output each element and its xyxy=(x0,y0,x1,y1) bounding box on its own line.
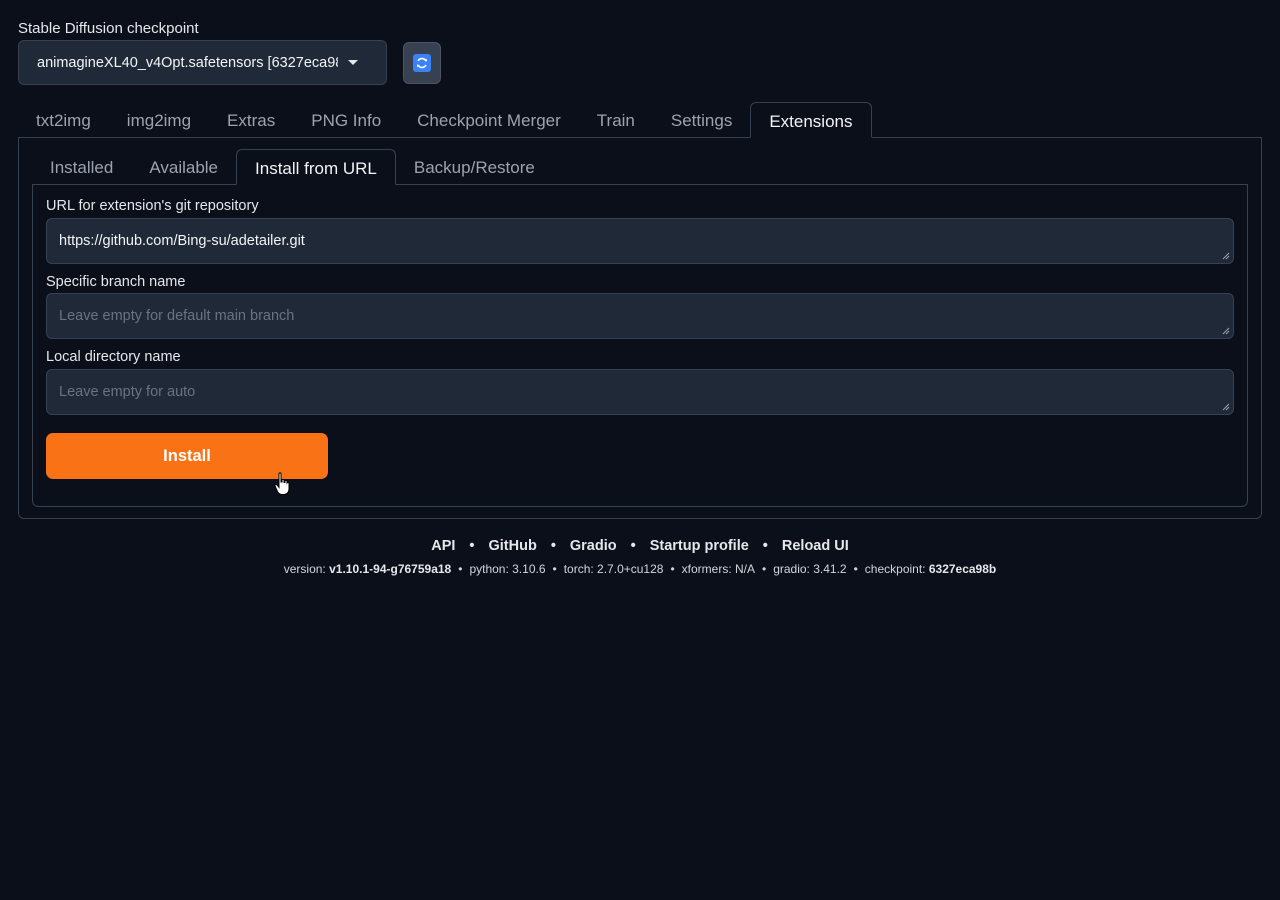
local-dir-input-placeholder: Leave empty for auto xyxy=(59,384,196,400)
tab-txt2img[interactable]: txt2img xyxy=(18,102,109,138)
version-info: version: v1.10.1-94-g76759a18 • python: 3.… xyxy=(283,562,997,576)
checkpoint-value: animagineXL40_v4Opt.safetensors [6327eca… xyxy=(37,54,338,71)
app-root: Stable Diffusion checkpoint animagineXL4… xyxy=(0,0,1280,900)
main-tabs: txt2img img2img Extras PNG Info Checkpoi… xyxy=(18,102,872,138)
checkpoint-label-footer: checkpoint: xyxy=(864,562,926,576)
tab-settings[interactable]: Settings xyxy=(653,102,750,138)
branch-input-placeholder: Leave empty for default main branch xyxy=(59,308,295,324)
tab-img2img[interactable]: img2img xyxy=(109,102,209,138)
branch-field-label: Specific branch name xyxy=(46,274,186,290)
url-input-value: https://github.com/Bing-su/adetailer.git xyxy=(59,233,305,249)
tab-installed[interactable]: Installed xyxy=(32,149,131,185)
checkpoint-label: Stable Diffusion checkpoint xyxy=(18,20,199,37)
tab-png-info[interactable]: PNG Info xyxy=(293,102,399,138)
refresh-icon xyxy=(413,54,431,72)
resize-grip-icon[interactable] xyxy=(1222,252,1230,260)
footer-link-github[interactable]: GitHub xyxy=(488,538,536,554)
refresh-checkpoint-button[interactable] xyxy=(403,42,441,84)
tab-install-from-url[interactable]: Install from URL xyxy=(236,149,396,185)
chevron-down-icon xyxy=(348,60,358,65)
resize-grip-icon[interactable] xyxy=(1222,327,1230,335)
tab-train[interactable]: Train xyxy=(579,102,653,138)
gradio-version: gradio: 3.41.2 xyxy=(773,562,847,576)
resize-grip-icon[interactable] xyxy=(1222,403,1230,411)
checkpoint-dropdown[interactable]: animagineXL40_v4Opt.safetensors [6327eca… xyxy=(18,40,387,85)
tab-available[interactable]: Available xyxy=(131,149,236,185)
tab-backup-restore[interactable]: Backup/Restore xyxy=(396,149,553,185)
tab-extras[interactable]: Extras xyxy=(209,102,293,138)
python-version: python: 3.10.6 xyxy=(469,562,546,576)
url-field-label: URL for extension's git repository xyxy=(46,198,259,214)
hand-pointer-icon xyxy=(274,472,290,495)
footer-link-startup-profile[interactable]: Startup profile xyxy=(650,538,749,554)
tab-checkpoint-merger[interactable]: Checkpoint Merger xyxy=(399,102,579,138)
xformers-version: xformers: N/A xyxy=(681,562,755,576)
checkpoint-hash: 6327eca98b xyxy=(928,562,997,576)
footer-link-gradio[interactable]: Gradio xyxy=(570,538,617,554)
extension-sub-tabs: Installed Available Install from URL Bac… xyxy=(32,149,553,185)
url-input[interactable]: https://github.com/Bing-su/adetailer.git xyxy=(46,218,1234,264)
footer-link-reload-ui[interactable]: Reload UI xyxy=(782,538,849,554)
footer-separator: • xyxy=(469,538,475,554)
tab-extensions[interactable]: Extensions xyxy=(750,102,872,138)
local-dir-input[interactable]: Leave empty for auto xyxy=(46,369,1234,415)
footer-separator: • xyxy=(762,538,768,554)
footer-separator: • xyxy=(550,538,556,554)
dir-field-label: Local directory name xyxy=(46,349,181,365)
torch-version: torch: 2.7.0+cu128 xyxy=(563,562,664,576)
footer-links: API • GitHub • Gradio • Startup profile • Reload… xyxy=(0,538,1280,554)
footer-link-api[interactable]: API xyxy=(431,538,455,554)
version-value: v1.10.1-94-g76759a18 xyxy=(329,562,452,576)
version-label: version: xyxy=(283,562,326,576)
branch-input[interactable]: Leave empty for default main branch xyxy=(46,293,1234,339)
footer-separator: • xyxy=(630,538,636,554)
